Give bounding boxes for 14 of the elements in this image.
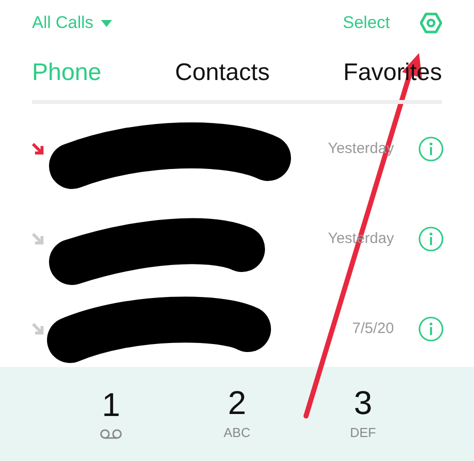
dial-key[interactable]: 1 (76, 388, 146, 440)
caret-icon (101, 20, 112, 26)
call-time: 7/5/20 (352, 318, 394, 339)
tab[interactable]: Contacts (174, 55, 270, 91)
call-arrow-icon (32, 233, 44, 245)
settings-icon[interactable] (420, 12, 442, 34)
dial-key[interactable]: 2 ABC (202, 386, 272, 442)
voicemail-icon (99, 426, 123, 440)
call-arrow-icon (32, 323, 44, 335)
dial-key[interactable]: 3 DEF (328, 386, 398, 442)
info-icon[interactable] (418, 316, 444, 342)
call-arrow-icon (32, 143, 44, 155)
info-icon[interactable] (418, 226, 444, 252)
info-icon[interactable] (418, 136, 444, 162)
